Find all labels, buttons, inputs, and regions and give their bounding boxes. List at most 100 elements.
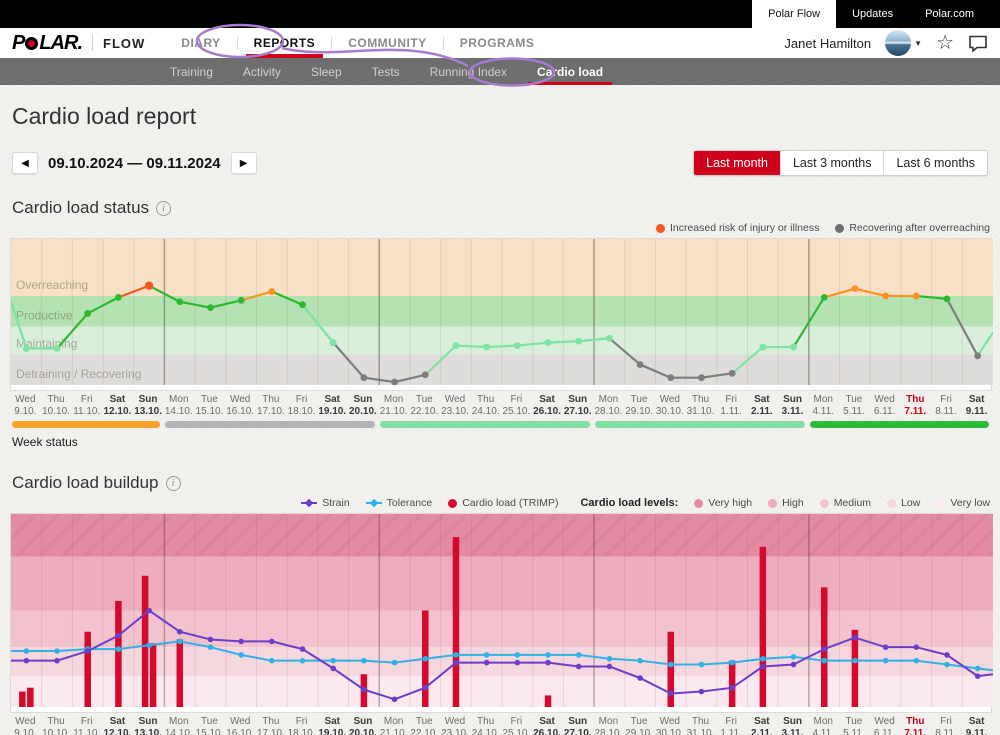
status-x-axis: Wed9.10.Thu10.10.Fri11.10.Sat12.10.Sun13…	[10, 394, 992, 417]
tab-polar-flow[interactable]: Polar Flow	[752, 0, 836, 28]
user-menu[interactable]: ▼	[885, 30, 922, 56]
nav-item-reports[interactable]: REPORTS	[238, 28, 332, 58]
legend-dot-icon	[656, 224, 665, 233]
subnav-item-training[interactable]: Training	[155, 58, 228, 85]
legend-dot-icon	[768, 499, 777, 508]
axis-label-fri-11-10: Fri11.10.	[71, 716, 102, 735]
axis-label-sat-12-10: Sat12.10.	[102, 716, 133, 735]
axis-label-tue-29-10: Tue29.10.	[624, 394, 655, 417]
axis-label-fri-25-10: Fri25.10.	[501, 716, 532, 735]
buildup-legend: StrainToleranceCardio load (TRIMP)Cardio…	[0, 497, 990, 509]
logo-text-prefix: P	[12, 32, 24, 55]
axis-label-fri-1-11: Fri1.11.	[716, 394, 747, 417]
legend-label: Recovering after overreaching	[849, 222, 990, 234]
axis-label-thu-24-10: Thu24.10.	[470, 394, 501, 417]
axis-label-mon-28-10: Mon28.10.	[593, 716, 624, 735]
last-3-months-button[interactable]: Last 3 months	[780, 151, 884, 175]
main-menu: DIARYREPORTSCOMMUNITYPROGRAMS	[165, 28, 550, 58]
svg-text:Detraining / Recovering: Detraining / Recovering	[16, 367, 141, 381]
legend-label: Cardio load (TRIMP)	[462, 497, 558, 509]
nav-divider	[92, 35, 93, 51]
date-navigation: ◀ 09.10.2024 — 09.11.2024 ▶ Last monthLa…	[12, 150, 988, 176]
next-period-button[interactable]: ▶	[231, 152, 257, 174]
last-month-button[interactable]: Last month	[694, 151, 780, 175]
legend-label: Low	[901, 497, 920, 509]
legend-dot-icon	[694, 499, 703, 508]
feedback-chat-icon[interactable]	[968, 35, 988, 52]
axis-label-sat-19-10: Sat19.10.	[317, 394, 348, 417]
tab-updates[interactable]: Updates	[836, 0, 909, 28]
legend-level-low: Low	[887, 497, 920, 509]
legend-level-very-high: Very high	[694, 497, 752, 509]
axis-label-sat-26-10: Sat26.10.	[532, 716, 563, 735]
subnav-item-cardio-load[interactable]: Cardio load	[522, 58, 618, 85]
date-range: 09.10.2024 — 09.11.2024	[48, 155, 221, 172]
axis-label-thu-17-10: Thu17.10.	[256, 716, 287, 735]
legend-level-very-low: Very low	[936, 497, 990, 509]
info-icon[interactable]: i	[156, 201, 171, 216]
week-status-label: Week status	[0, 435, 1000, 449]
legend-line-marker-icon	[301, 499, 317, 508]
cardio-load-status-chart[interactable]: OverreachingProductiveMaintainingDetrain…	[10, 238, 992, 391]
subnav-item-tests[interactable]: Tests	[357, 58, 415, 85]
axis-label-mon-14-10: Mon14.10.	[163, 716, 194, 735]
info-icon[interactable]: i	[166, 476, 181, 491]
legend-label: High	[782, 497, 804, 509]
nav-item-programs[interactable]: PROGRAMS	[444, 28, 551, 58]
axis-label-fri-1-11: Fri1.11.	[716, 716, 747, 735]
legend-level-medium: Medium	[820, 497, 871, 509]
axis-label-tue-29-10: Tue29.10.	[624, 716, 655, 735]
legend-label: Very low	[950, 497, 990, 509]
range-button-group: Last monthLast 3 monthsLast 6 months	[693, 150, 988, 176]
axis-label-sat-26-10: Sat26.10.	[532, 394, 563, 417]
axis-label-mon-28-10: Mon28.10.	[593, 394, 624, 417]
axis-label-tue-15-10: Tue15.10.	[194, 394, 225, 417]
favorites-star-icon[interactable]: ☆	[936, 33, 954, 53]
axis-label-thu-7-11: Thu7.11.	[900, 716, 931, 735]
subnav-item-running-index[interactable]: Running Index	[415, 58, 522, 85]
legend-line-marker-icon	[366, 499, 382, 508]
axis-label-thu-10-10: Thu10.10.	[41, 716, 72, 735]
nav-item-community[interactable]: COMMUNITY	[332, 28, 443, 58]
content: Cardio load report ◀ 09.10.2024 — 09.11.…	[0, 85, 1000, 735]
legend-item-tolerance: Tolerance	[366, 497, 433, 509]
axis-label-sun-13-10: Sun13.10.	[133, 394, 164, 417]
user-name[interactable]: Janet Hamilton	[784, 36, 871, 51]
axis-label-sun-3-11: Sun3.11.	[777, 716, 808, 735]
legend-label: Strain	[322, 497, 349, 509]
status-section-title: Cardio load status	[12, 198, 149, 218]
axis-label-mon-4-11: Mon4.11.	[808, 394, 839, 417]
chevron-down-icon: ▼	[914, 39, 922, 48]
status-legend: Increased risk of injury or illness Recov…	[0, 222, 990, 234]
axis-label-sat-19-10: Sat19.10.	[317, 716, 348, 735]
legend-dot-icon	[835, 224, 844, 233]
axis-label-fri-11-10: Fri11.10.	[71, 394, 102, 417]
axis-label-wed-9-10: Wed9.10.	[10, 394, 41, 417]
axis-label-tue-5-11: Tue5.11.	[839, 716, 870, 735]
last-6-months-button[interactable]: Last 6 months	[883, 151, 987, 175]
polar-logo[interactable]: PLAR.	[12, 32, 82, 55]
subnav-item-activity[interactable]: Activity	[228, 58, 296, 85]
axis-label-fri-18-10: Fri18.10.	[286, 716, 317, 735]
legend-level-high: High	[768, 497, 804, 509]
week-status-bar	[10, 421, 992, 428]
axis-label-mon-21-10: Mon21.10.	[378, 394, 409, 417]
legend-item-strain: Strain	[301, 497, 349, 509]
subnav-item-sleep[interactable]: Sleep	[296, 58, 357, 85]
axis-label-fri-25-10: Fri25.10.	[501, 394, 532, 417]
legend-item-recovering-after-overreaching: Recovering after overreaching	[835, 222, 990, 234]
prev-period-button[interactable]: ◀	[12, 152, 38, 174]
tab-polar-com[interactable]: Polar.com	[909, 0, 990, 28]
buildup-section-header: Cardio load buildup i	[0, 473, 1000, 493]
cardio-load-buildup-chart[interactable]	[10, 513, 992, 713]
axis-label-sun-20-10: Sun20.10.	[348, 394, 379, 417]
legend-label: Tolerance	[387, 497, 433, 509]
flow-label: FLOW	[103, 36, 145, 51]
axis-label-wed-30-10: Wed30.10.	[654, 394, 685, 417]
axis-label-wed-16-10: Wed16.10.	[225, 716, 256, 735]
week-status-segment	[810, 421, 989, 428]
legend-dot-icon	[448, 499, 457, 508]
axis-label-sat-2-11: Sat2.11.	[747, 716, 778, 735]
legend-label: Increased risk of injury or illness	[670, 222, 819, 234]
nav-item-diary[interactable]: DIARY	[165, 28, 236, 58]
